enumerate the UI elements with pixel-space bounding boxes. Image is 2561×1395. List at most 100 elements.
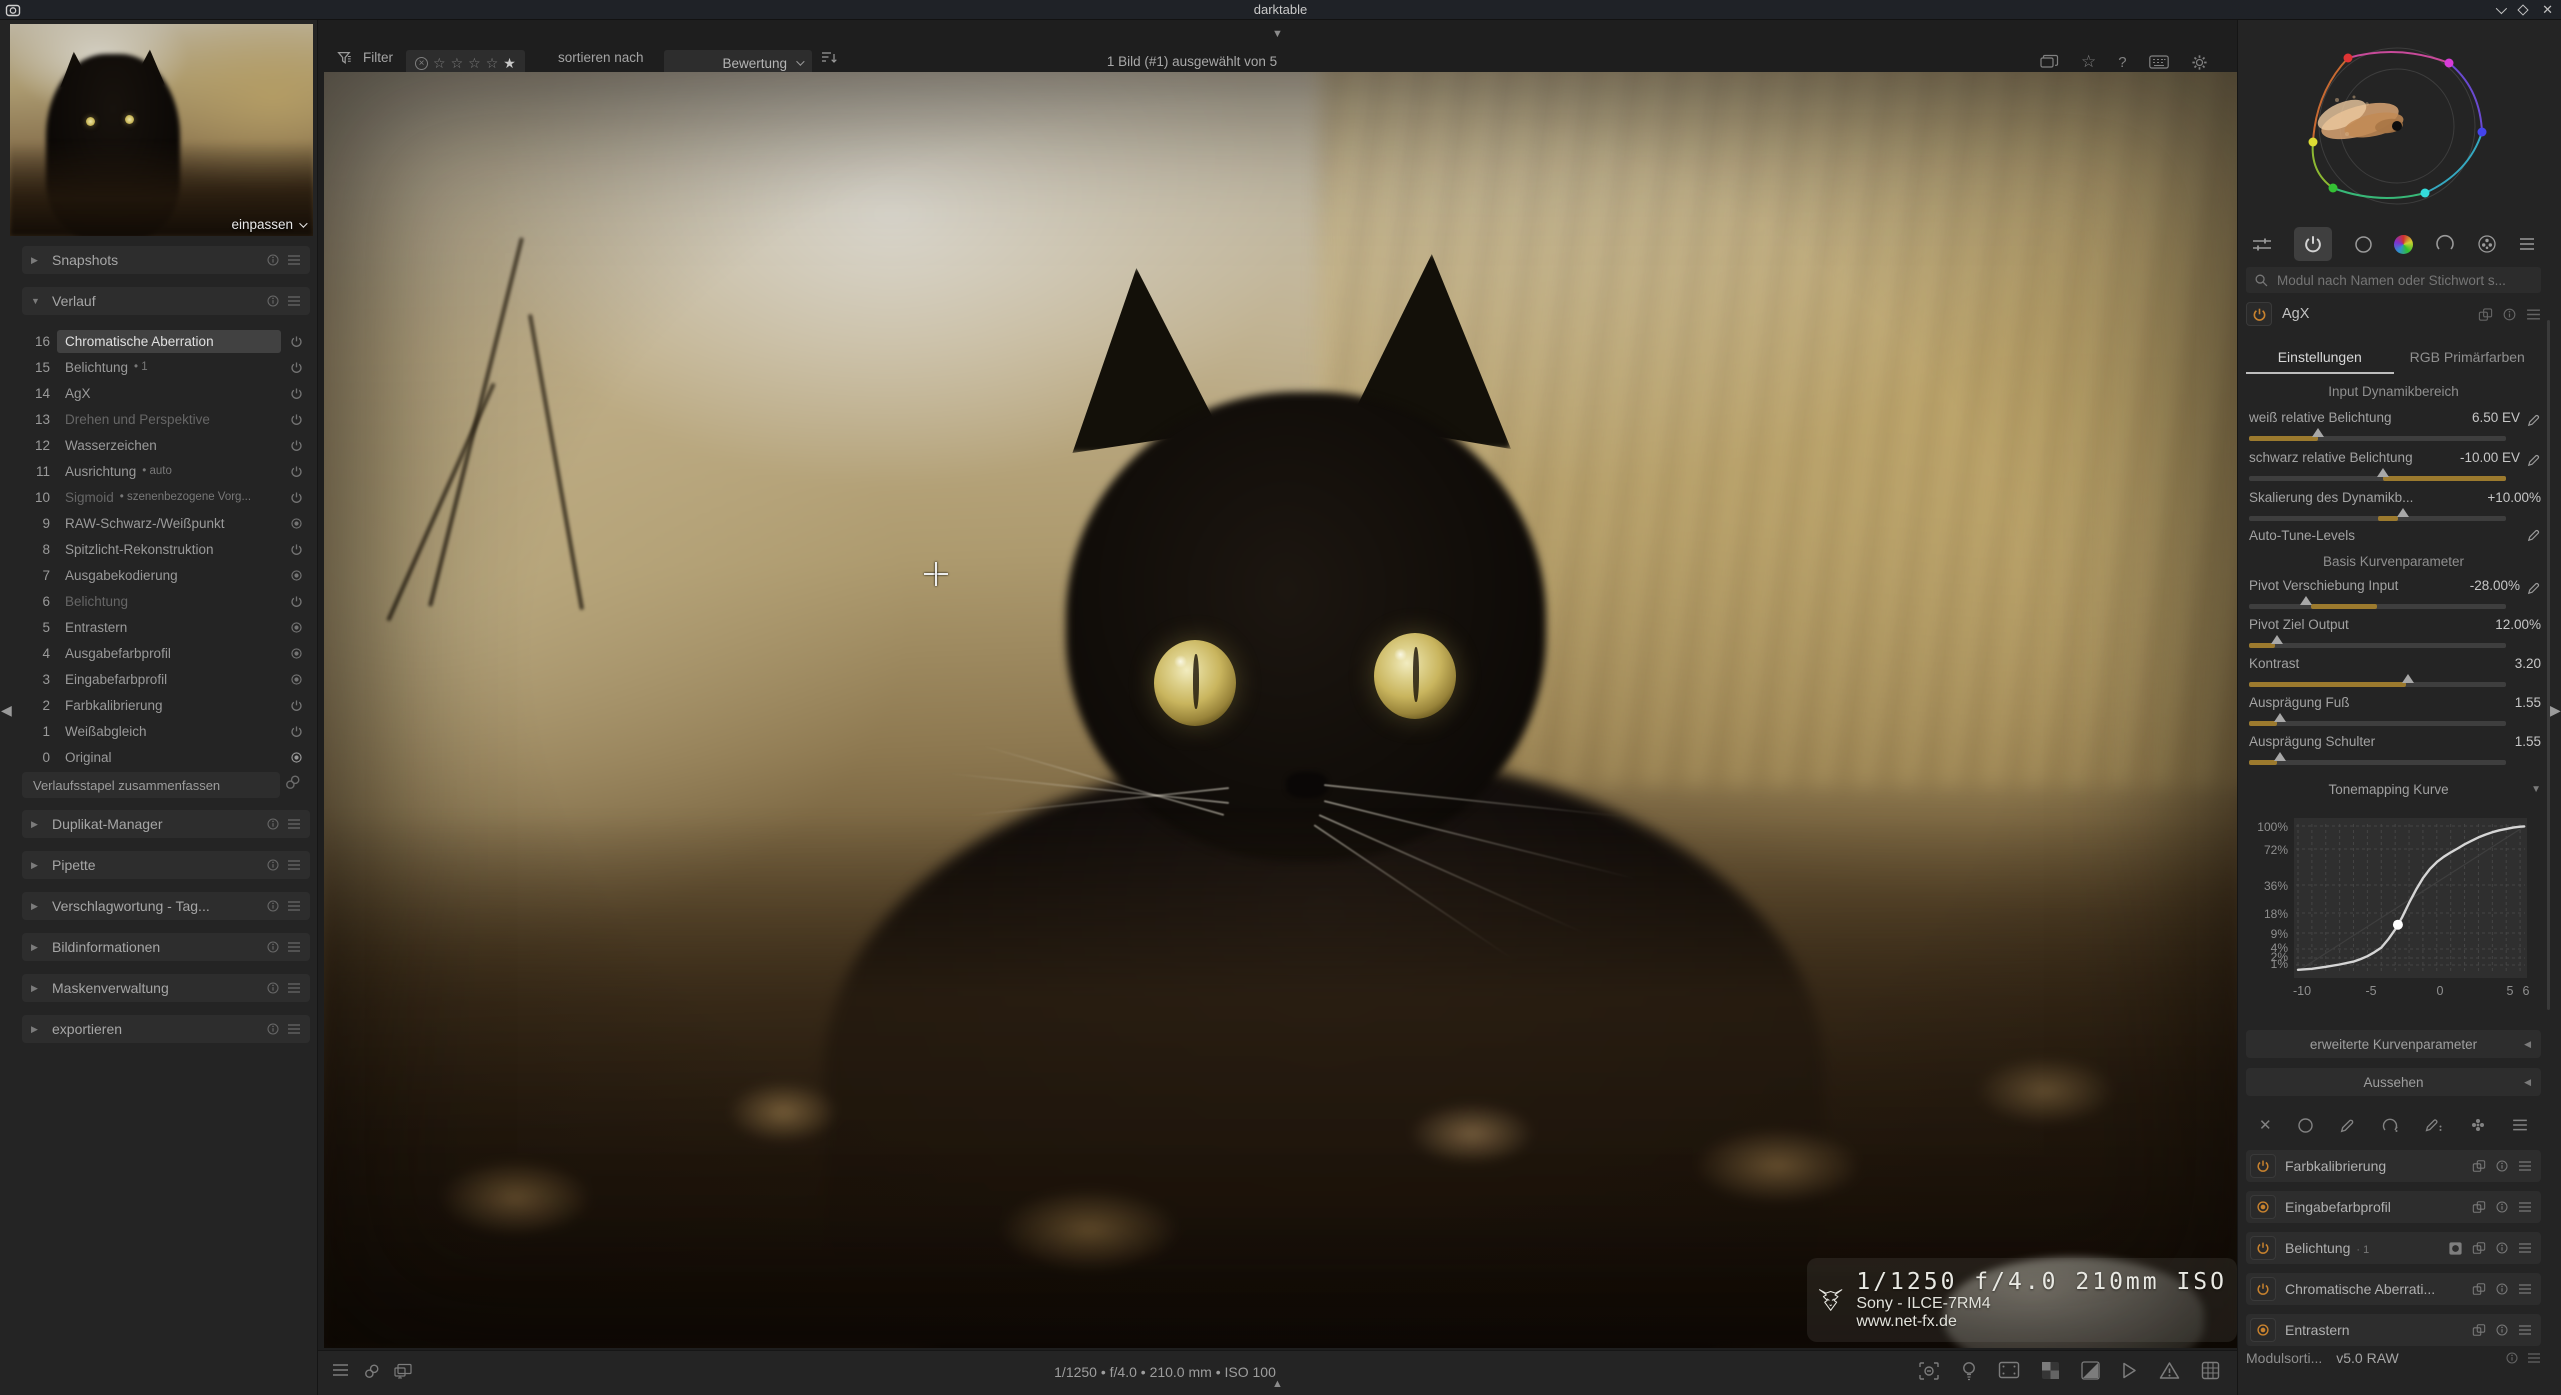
slider-track[interactable] (2249, 760, 2506, 765)
shortcuts-keyboard-icon[interactable] (2149, 55, 2169, 69)
module-power-icon[interactable] (2250, 1236, 2276, 1260)
star-icon[interactable]: ☆ (433, 55, 446, 72)
maximize-icon[interactable] (2517, 4, 2528, 15)
slider-track[interactable] (2249, 436, 2506, 441)
sort-direction-icon[interactable] (820, 50, 838, 66)
navigation-thumbnail[interactable]: einpassen (10, 24, 313, 236)
reset-icon[interactable] (2495, 1241, 2509, 1255)
blend-raster-icon[interactable] (2469, 1116, 2487, 1134)
star-icon[interactable]: ☆ (468, 55, 481, 72)
iso12646-frame-icon[interactable] (1998, 1361, 2020, 1379)
slider-track[interactable] (2249, 643, 2506, 648)
color-picker-icon[interactable] (2526, 453, 2541, 468)
multi-instance-icon[interactable] (2478, 307, 2493, 322)
power-icon[interactable] (281, 491, 311, 504)
sidebar-section-3[interactable]: ▶Bildinformationen (22, 933, 310, 961)
sidebar-section-verlauf[interactable]: ▼ Verlauf (22, 287, 310, 315)
history-item[interactable]: 7Ausgabekodierung (0, 562, 318, 588)
blend-uniform-icon[interactable] (2297, 1117, 2314, 1134)
snapshot-compare-icon[interactable] (363, 1363, 380, 1380)
curve-section-header[interactable]: Tonemapping Kurve ▼ (2246, 782, 2541, 797)
always-on-icon[interactable] (281, 517, 311, 530)
slider-value[interactable]: 3.20 (2515, 656, 2541, 671)
module-power-icon[interactable] (2246, 302, 2272, 326)
power-icon[interactable] (281, 413, 311, 426)
always-on-icon[interactable] (281, 621, 311, 634)
zoom-mode-dropdown[interactable]: einpassen (231, 217, 305, 232)
reset-icon[interactable] (266, 294, 280, 308)
star-icon[interactable]: ☆ (451, 55, 464, 72)
tab-einstellungen[interactable]: Einstellungen (2246, 344, 2394, 374)
history-item[interactable]: 11Ausrichtung• auto (0, 458, 318, 484)
right-panel-collapse-arrow[interactable]: ▶ (2550, 702, 2561, 719)
module-row-eingabefarbprofil[interactable]: Eingabefarbprofil (2246, 1191, 2541, 1223)
multi-instance-icon[interactable] (2472, 1323, 2486, 1337)
slider-value[interactable]: 6.50 EV (2472, 410, 2520, 425)
base-group-icon[interactable] (2354, 235, 2373, 254)
history-item[interactable]: 5Entrastern (0, 614, 318, 640)
sidebar-section-0[interactable]: ▶Duplikat-Manager (22, 810, 310, 838)
history-item[interactable]: 16Chromatische Aberration (0, 328, 318, 354)
active-modules-group[interactable] (2294, 227, 2332, 261)
slider-value[interactable]: +10.00% (2487, 490, 2541, 505)
slider-track[interactable] (2249, 516, 2506, 521)
module-row-belichtung[interactable]: Belichtung· 1 (2246, 1232, 2541, 1264)
presets-menu-icon[interactable] (2518, 1283, 2532, 1295)
presets-menu-icon[interactable] (2526, 308, 2541, 321)
history-item[interactable]: 10Sigmoid• szenenbezogene Vorg... (0, 484, 318, 510)
slider-value[interactable]: -28.00% (2470, 578, 2520, 593)
left-panel-collapse-arrow[interactable]: ◀ (1, 702, 12, 719)
reset-icon[interactable] (266, 899, 280, 913)
module-row-entrastern[interactable]: Entrastern (2246, 1314, 2541, 1346)
sidebar-section-snapshots[interactable]: ▶ Snapshots (22, 246, 310, 274)
presets-menu-icon[interactable] (287, 254, 301, 266)
presets-menu-icon[interactable] (287, 982, 301, 994)
advanced-curve-params-section[interactable]: erweiterte Kurvenparameter ◀ (2246, 1030, 2541, 1058)
close-icon[interactable]: ✕ (2542, 3, 2553, 16)
main-image[interactable]: 1/1250 f/4.0 210mm ISO Sony - ILCE-7RM4 … (324, 72, 2237, 1348)
auto-tune-row[interactable]: Auto-Tune-Levels (2249, 528, 2541, 543)
reset-icon[interactable] (266, 1022, 280, 1036)
tonemapping-curve[interactable]: 100% 72% 36% 18% 9% 4% 2% 1% -10 -5 0 5 … (2246, 806, 2546, 1006)
slider-track[interactable] (2249, 682, 2506, 687)
reject-filter-icon[interactable]: × (415, 57, 428, 70)
favorite-star-icon[interactable]: ☆ (2081, 52, 2096, 72)
slider-value[interactable]: 1.55 (2515, 734, 2541, 749)
reset-icon[interactable] (266, 858, 280, 872)
module-power-icon[interactable] (2250, 1277, 2276, 1301)
always-on-icon[interactable] (281, 751, 311, 764)
overexposed-check-icon[interactable] (2041, 1361, 2060, 1380)
star-icon[interactable]: ☆ (486, 55, 499, 72)
module-row-chromatische-aberration[interactable]: Chromatische Aberrati... (2246, 1273, 2541, 1305)
agx-module-header[interactable]: AgX (2246, 301, 2541, 327)
history-item[interactable]: 1Weißabgleich (0, 718, 318, 744)
gamut-check-icon[interactable] (2159, 1361, 2180, 1380)
multi-instance-icon[interactable] (2472, 1159, 2486, 1173)
history-item[interactable]: 12Wasserzeichen (0, 432, 318, 458)
presets-menu-icon[interactable] (2518, 1160, 2532, 1172)
power-icon[interactable] (281, 361, 311, 374)
color-picker-icon[interactable] (2526, 581, 2541, 596)
history-item[interactable]: 6Belichtung (0, 588, 318, 614)
minimize-icon[interactable] (2496, 2, 2507, 13)
filter-icon[interactable] (337, 50, 354, 67)
effect-group-icon[interactable] (2477, 234, 2497, 254)
quick-access-icon[interactable] (2252, 236, 2272, 253)
power-icon[interactable] (281, 699, 311, 712)
grouping-icon[interactable] (2040, 54, 2059, 70)
presets-menu-icon[interactable] (2518, 1242, 2532, 1254)
power-icon[interactable] (281, 439, 311, 452)
sidebar-section-4[interactable]: ▶Maskenverwaltung (22, 974, 310, 1002)
bottom-panel-expander[interactable]: ▲ (1272, 1378, 1283, 1390)
blend-menu-icon[interactable] (2512, 1118, 2528, 1132)
slider-value[interactable]: 12.00% (2495, 617, 2541, 632)
reset-icon[interactable] (2505, 1351, 2519, 1365)
reset-icon[interactable] (266, 253, 280, 267)
reset-icon[interactable] (266, 981, 280, 995)
reset-icon[interactable] (2502, 307, 2517, 322)
power-icon[interactable] (281, 387, 311, 400)
reset-icon[interactable] (266, 940, 280, 954)
reset-icon[interactable] (2495, 1282, 2509, 1296)
always-on-icon[interactable] (281, 673, 311, 686)
reset-icon[interactable] (2495, 1323, 2509, 1337)
